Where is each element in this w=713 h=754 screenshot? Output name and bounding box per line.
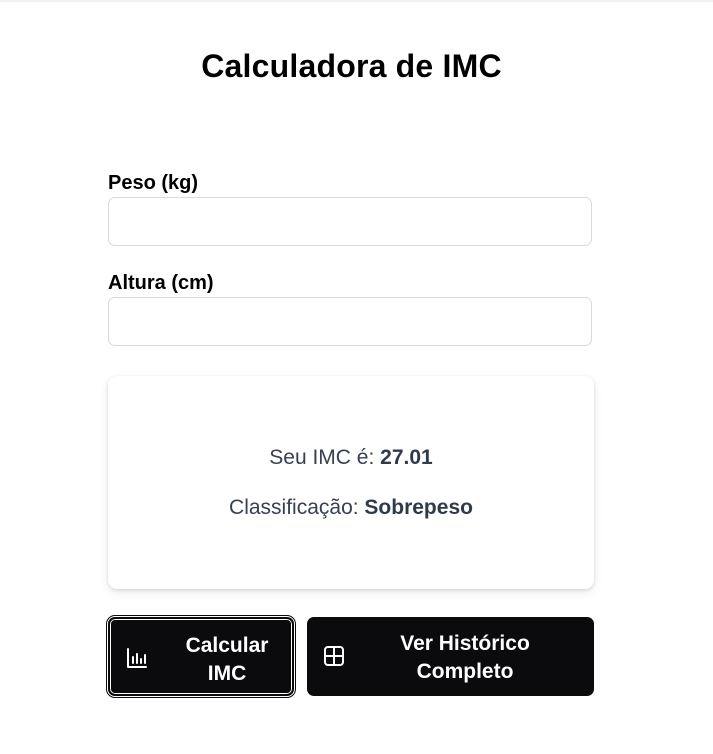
calculate-imc-label: Calcular IMC [168,632,286,688]
view-history-label: Ver Histórico Completo [365,630,565,686]
bar-chart-icon [127,648,147,668]
weight-input[interactable] [108,197,592,246]
classification-value: Sobrepeso [364,496,473,519]
height-input[interactable] [108,297,592,346]
imc-result: Seu IMC é: 27.01 [108,446,594,470]
weight-label: Peso (kg) [108,172,199,194]
imc-value: 27.01 [380,446,433,469]
calculate-imc-button[interactable]: Calcular IMC [106,615,296,698]
classification-prefix: Classificação: [229,496,365,519]
classification-result: Classificação: Sobrepeso [108,496,594,520]
page-title: Calculadora de IMC [201,48,502,84]
table-icon [324,646,344,666]
result-card: Seu IMC é: 27.01 Classificação: Sobrepes… [108,376,594,589]
imc-prefix: Seu IMC é: [269,446,381,469]
view-history-button[interactable]: Ver Histórico Completo [307,617,594,696]
height-label: Altura (cm) [108,272,214,294]
history-label-line1: Ver Histórico [400,632,530,655]
history-label-line2: Completo [416,660,514,683]
calculate-label-line2: IMC [207,662,247,685]
top-divider [0,0,713,2]
calculate-label-line1: Calcular [185,634,269,657]
